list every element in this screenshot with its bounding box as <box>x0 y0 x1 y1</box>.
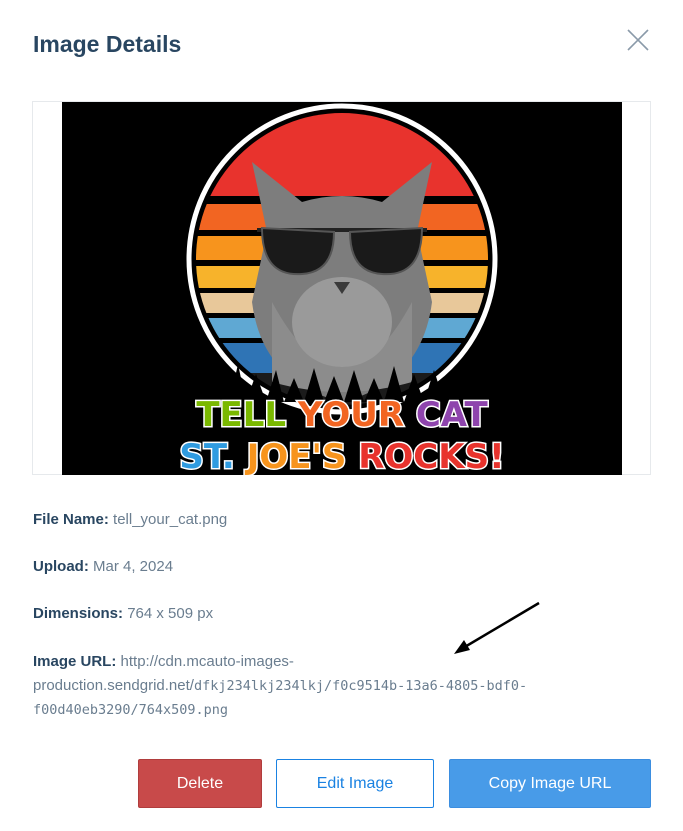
dimensions-label: Dimensions: <box>33 605 124 622</box>
upload-row: Upload: Mar 4, 2024 <box>33 555 173 579</box>
annotation-arrow-icon <box>454 601 540 654</box>
delete-button[interactable]: Delete <box>138 759 262 808</box>
close-icon[interactable] <box>622 24 654 56</box>
dimensions-value: 764 x 509 px <box>127 605 214 622</box>
upload-value: Mar 4, 2024 <box>93 558 174 575</box>
image-url-row: Image URL: http://cdn.mcauto-images-prod… <box>33 650 603 722</box>
close-button[interactable] <box>622 24 654 56</box>
image-text-line1: TELL YOUR CAT <box>196 395 488 435</box>
image-preview-frame: TELL YOUR CAT ST. JOE'S ROCKS! <box>32 101 651 475</box>
file-name-row: File Name: tell_your_cat.png <box>33 508 227 532</box>
image-url-part2[interactable]: dfkj234lkj234lkj/f0c9514b-13a6-4805-bdf0… <box>194 678 527 694</box>
copy-image-url-button[interactable]: Copy Image URL <box>449 759 651 808</box>
file-name-value: tell_your_cat.png <box>113 511 228 528</box>
image-text-line2: ST. JOE'S ROCKS! <box>179 437 504 475</box>
image-preview: TELL YOUR CAT ST. JOE'S ROCKS! <box>62 102 622 475</box>
edit-image-button[interactable]: Edit Image <box>276 759 434 808</box>
image-url-part3[interactable]: f00d40eb3290/764x509.png <box>33 702 228 718</box>
modal-title: Image Details <box>33 31 182 57</box>
dimensions-row: Dimensions: 764 x 509 px <box>33 602 213 626</box>
image-url-label: Image URL: <box>33 653 117 670</box>
cat-image: TELL YOUR CAT ST. JOE'S ROCKS! <box>62 102 622 475</box>
upload-label: Upload: <box>33 558 89 575</box>
file-name-label: File Name: <box>33 511 109 528</box>
